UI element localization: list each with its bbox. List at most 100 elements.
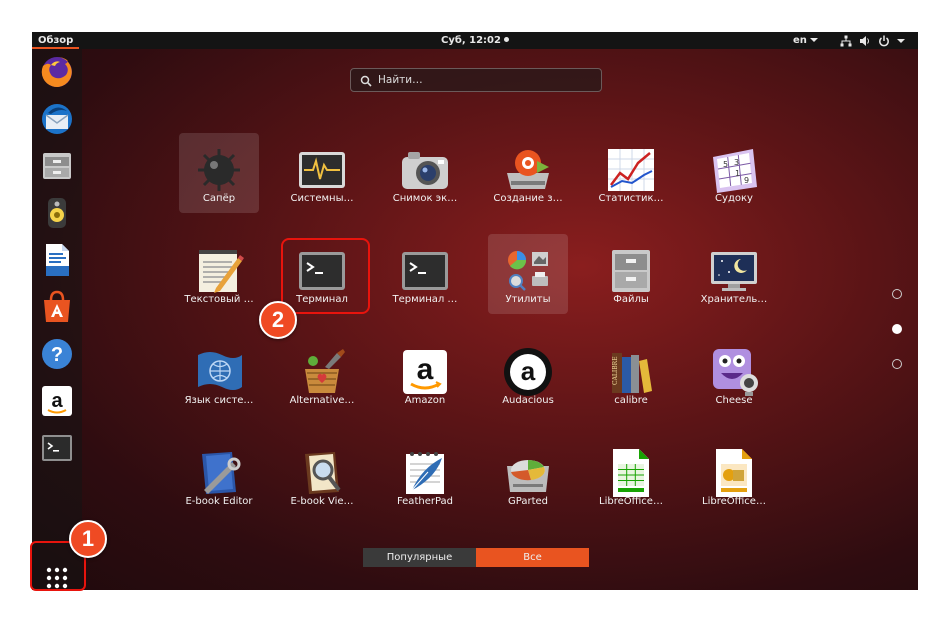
language-label: en (793, 35, 807, 46)
app-label: Audacious (502, 395, 554, 406)
app-label: Утилиты (505, 294, 551, 305)
app-label: Язык систе… (184, 395, 254, 406)
app-calibre[interactable]: CALIBRE calibre (581, 335, 681, 425)
sudoku-icon: 5391 (707, 143, 761, 197)
app-screensaver[interactable]: Хранитель… (684, 234, 784, 324)
page-indicator-3[interactable] (892, 359, 902, 369)
clock-menu[interactable]: Суб, 12:02 (32, 32, 918, 49)
app-label: Системны… (290, 193, 354, 204)
app-ebook-viewer[interactable]: E-book Vie… (272, 436, 372, 526)
featherpad-icon (398, 446, 452, 500)
cheese-webcam-icon (707, 345, 761, 399)
app-files[interactable]: Файлы (581, 234, 681, 324)
app-mines[interactable]: Сапёр (169, 133, 269, 223)
chevron-down-icon (897, 38, 905, 43)
libreoffice-impress-icon (707, 446, 761, 500)
dock-item-rhythmbox[interactable] (39, 195, 75, 231)
app-startup-disk[interactable]: Создание з… (478, 133, 578, 223)
text-editor-icon (192, 244, 246, 298)
dock-item-terminal[interactable] (39, 430, 75, 466)
dock-item-help[interactable]: ? (39, 336, 75, 372)
app-system-monitor[interactable]: Системны… (272, 133, 372, 223)
app-label: Alternative… (289, 395, 355, 406)
search-icon (360, 75, 372, 87)
screen: Обзор Суб, 12:02 en ? a Найти… Сапёр Сис… (32, 32, 918, 590)
svg-text:5: 5 (723, 160, 728, 169)
gparted-disk-icon (501, 446, 555, 500)
network-icon (840, 35, 852, 46)
app-alternative[interactable]: Alternative… (272, 335, 372, 425)
dock-item-software[interactable] (39, 289, 75, 325)
file-cabinet-icon (43, 153, 71, 179)
notification-dot-icon (503, 37, 509, 42)
camera-icon (398, 143, 452, 197)
dock-item-writer[interactable] (39, 242, 75, 278)
svg-text:a: a (51, 390, 63, 412)
app-label: E-book Editor (185, 496, 253, 507)
svg-text:3: 3 (734, 158, 739, 167)
ebook-viewer-icon (295, 446, 349, 500)
app-folder-utilities[interactable]: Утилиты (478, 234, 578, 324)
app-language-support[interactable]: Язык систе… (169, 335, 269, 425)
dock-item-amazon[interactable]: a (39, 383, 75, 419)
app-ebook-editor[interactable]: E-book Editor (169, 436, 269, 526)
app-amazon[interactable]: a Amazon (375, 335, 475, 425)
software-bag-icon (44, 290, 70, 322)
app-label: LibreOffice… (702, 496, 766, 507)
step-badge-2: 2 (259, 301, 297, 339)
app-gparted[interactable]: GParted (478, 436, 578, 526)
page-indicator-2[interactable] (892, 324, 902, 334)
terminal-icon (42, 435, 72, 461)
frequent-tab[interactable]: Популярные (363, 548, 476, 567)
app-label: Сапёр (202, 193, 236, 204)
amazon-icon: a (398, 345, 452, 399)
alternative-basket-icon (295, 345, 349, 399)
utilities-folder-icon (501, 244, 555, 298)
app-audacious[interactable]: a Audacious (478, 335, 578, 425)
speaker-icon (48, 198, 66, 228)
app-cheese[interactable]: Cheese (684, 335, 784, 425)
top-bar: Обзор Суб, 12:02 en (32, 32, 918, 49)
app-featherpad[interactable]: FeatherPad (375, 436, 475, 526)
volume-icon (860, 35, 869, 46)
screensaver-icon (707, 244, 761, 298)
statistics-chart-icon (604, 143, 658, 197)
svg-text:1: 1 (735, 169, 740, 178)
all-tab[interactable]: Все (476, 548, 589, 567)
search-field[interactable]: Найти… (350, 68, 602, 92)
app-label: Хранитель… (700, 294, 768, 305)
app-terminal-2[interactable]: Терминал … (375, 234, 475, 324)
ebook-editor-icon (192, 446, 246, 500)
app-libreoffice-calc[interactable]: LibreOffice… (581, 436, 681, 526)
dock: ? a (32, 49, 82, 590)
app-label: Создание з… (493, 193, 563, 204)
app-libreoffice-impress[interactable]: LibreOffice… (684, 436, 784, 526)
app-label: GParted (508, 496, 548, 507)
dock-item-firefox[interactable] (39, 54, 75, 90)
svg-text:?: ? (51, 344, 63, 366)
dock-item-files[interactable] (39, 148, 75, 184)
file-cabinet-icon (604, 244, 658, 298)
system-tray[interactable] (840, 34, 905, 47)
app-label: Текстовый … (184, 294, 254, 305)
chevron-down-icon (809, 38, 818, 42)
app-text-editor[interactable]: Текстовый … (169, 234, 269, 324)
calibre-books-icon: CALIBRE (604, 345, 658, 399)
app-label: LibreOffice… (599, 496, 663, 507)
libreoffice-calc-icon (604, 446, 658, 500)
app-label: Amazon (404, 395, 446, 406)
terminal-icon (398, 244, 452, 298)
app-sudoku[interactable]: 5391 Судоку (684, 133, 784, 223)
language-menu[interactable]: en (793, 32, 818, 49)
language-flag-icon (192, 345, 246, 399)
amazon-icon: a (42, 386, 72, 416)
svg-text:CALIBRE: CALIBRE (612, 356, 619, 385)
help-icon: ? (42, 339, 72, 369)
dock-item-thunderbird[interactable] (39, 101, 75, 137)
app-label: Статистик… (598, 193, 664, 204)
app-label: calibre (614, 395, 648, 406)
page-indicator-1[interactable] (892, 289, 902, 299)
app-screenshot[interactable]: Снимок эк… (375, 133, 475, 223)
app-statistics[interactable]: Статистик… (581, 133, 681, 223)
app-label: Судоку (715, 193, 753, 204)
